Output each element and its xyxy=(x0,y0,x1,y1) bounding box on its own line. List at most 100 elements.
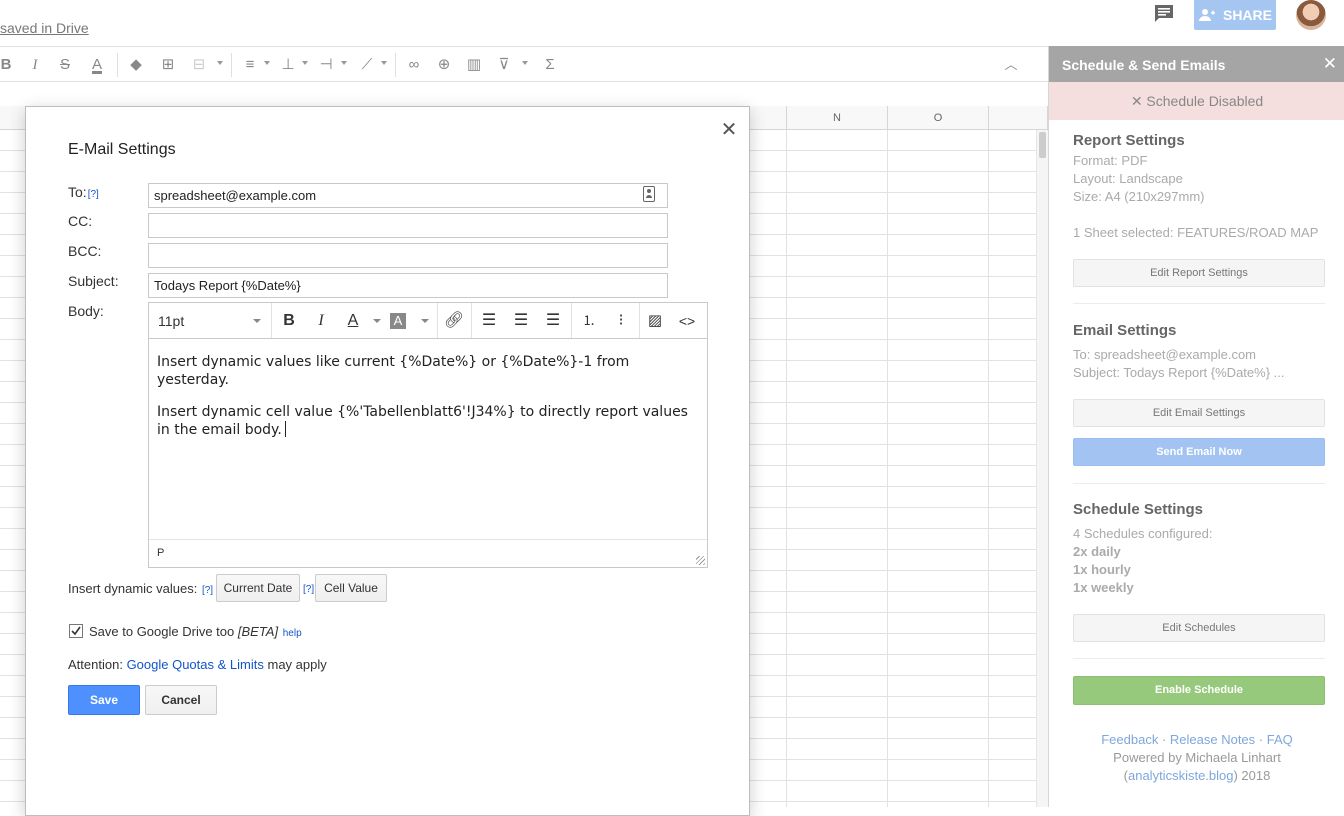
cancel-button[interactable]: Cancel xyxy=(145,685,217,715)
editor-content[interactable]: Insert dynamic values like current {%Dat… xyxy=(157,353,702,453)
toolbar-divider xyxy=(395,53,396,77)
horizontal-align-icon[interactable]: ≡ xyxy=(240,55,260,75)
report-size: Size: A4 (210x297mm) xyxy=(1073,189,1205,204)
numbered-list-icon[interactable]: ⒈ xyxy=(577,309,601,333)
enable-schedule-button[interactable]: Enable Schedule xyxy=(1073,676,1325,705)
contacts-icon[interactable] xyxy=(643,186,655,202)
bg-color-dropdown-icon[interactable] xyxy=(421,319,429,323)
save-button[interactable]: Save xyxy=(68,685,140,715)
borders-icon[interactable]: ⊞ xyxy=(158,55,178,75)
source-code-icon[interactable]: <> xyxy=(675,309,699,333)
text-color-icon[interactable]: A xyxy=(87,55,107,75)
insert-link-icon[interactable]: ∞ xyxy=(404,55,424,75)
cc-label: CC: xyxy=(68,213,93,229)
edit-schedules-button[interactable]: Edit Schedules xyxy=(1073,614,1325,642)
send-email-now-button[interactable]: Send Email Now xyxy=(1073,438,1325,466)
text-rotation-icon[interactable]: ⟋ xyxy=(357,55,377,75)
vertical-align-icon[interactable]: ⊥ xyxy=(278,55,298,75)
quotas-limits-link[interactable]: Google Quotas & Limits xyxy=(127,657,264,672)
italic-icon[interactable]: I xyxy=(309,309,333,333)
user-avatar[interactable] xyxy=(1296,0,1326,30)
font-size-select[interactable]: 11pt xyxy=(158,313,184,329)
align-center-icon[interactable]: ☰ xyxy=(509,309,533,333)
insert-image-icon[interactable]: ▨ xyxy=(643,309,667,333)
resize-handle-icon[interactable] xyxy=(696,556,705,565)
cell-value-button[interactable]: Cell Value xyxy=(315,574,387,602)
addon-sidebar: Schedule & Send Emails ✕ ✕ Schedule Disa… xyxy=(1048,46,1344,807)
text-color-dropdown-icon[interactable] xyxy=(373,319,381,323)
faq-link[interactable]: FAQ xyxy=(1267,732,1293,747)
sidebar-footer: Feedback · Release Notes · FAQ Powered b… xyxy=(1049,731,1344,785)
report-layout: Layout: Landscape xyxy=(1073,171,1183,186)
email-settings-heading: Email Settings xyxy=(1073,322,1177,339)
insert-chart-icon[interactable]: ▥ xyxy=(464,55,484,75)
scrollbar-thumb[interactable] xyxy=(1039,132,1046,158)
cc-field[interactable] xyxy=(148,213,668,238)
rotation-dropdown-icon[interactable] xyxy=(381,61,387,65)
insert-link-icon[interactable]: 🔗︎ xyxy=(442,309,466,333)
report-format: Format: PDF xyxy=(1073,153,1148,168)
italic-icon[interactable]: I xyxy=(25,55,45,75)
cell-value-help-link[interactable]: [?] xyxy=(303,584,314,595)
to-field[interactable] xyxy=(148,183,668,208)
functions-icon[interactable]: Σ xyxy=(540,55,560,75)
collapse-chevron-up-icon[interactable]: ︿ xyxy=(1001,55,1021,75)
bulleted-list-icon[interactable]: ⁝ xyxy=(609,309,633,333)
close-icon[interactable]: ✕ xyxy=(720,120,738,140)
merge-dropdown-icon[interactable] xyxy=(217,61,223,65)
toolbar-divider xyxy=(117,53,118,77)
bold-icon[interactable]: B xyxy=(0,55,16,75)
drive-help-link[interactable]: help xyxy=(283,628,302,639)
to-help-link[interactable]: [?] xyxy=(88,189,99,200)
background-color-icon[interactable]: A xyxy=(390,313,406,329)
current-date-help-link[interactable]: [?] xyxy=(202,585,213,596)
text-wrapping-icon[interactable]: ⊣ xyxy=(316,55,336,75)
valign-dropdown-icon[interactable] xyxy=(302,61,308,65)
insert-comment-icon[interactable]: ⊕ xyxy=(434,55,454,75)
blog-close: ) 2018 xyxy=(1233,768,1271,783)
body-paragraph-2: Insert dynamic cell value {%'Tabellenbla… xyxy=(157,403,702,439)
align-left-icon[interactable]: ☰ xyxy=(477,309,501,333)
save-to-drive-checkbox[interactable] xyxy=(69,624,83,638)
schedule-item: 1x weekly xyxy=(1073,580,1134,595)
close-icon[interactable]: ✕ xyxy=(1323,55,1337,72)
feedback-link[interactable]: Feedback xyxy=(1101,732,1158,747)
edit-report-settings-button[interactable]: Edit Report Settings xyxy=(1073,259,1325,287)
share-button[interactable]: SHARE xyxy=(1194,0,1276,30)
align-dropdown-icon[interactable] xyxy=(264,61,270,65)
top-bar: saved in Drive xyxy=(0,0,1048,46)
rich-text-editor: 11pt B I A A 🔗︎ ☰ ☰ ☰ ⒈ ⁝ ▨ <> Insert dy… xyxy=(148,302,708,568)
column-header-partial xyxy=(750,106,787,130)
sidebar-divider xyxy=(1073,483,1325,484)
footer-separator: · xyxy=(1255,732,1267,747)
comments-icon[interactable] xyxy=(1153,4,1175,24)
save-to-drive-text: Save to Google Drive too xyxy=(89,624,235,639)
column-header-n[interactable]: N xyxy=(787,106,888,130)
share-label: SHARE xyxy=(1222,7,1272,23)
column-header-o[interactable]: O xyxy=(888,106,989,130)
release-notes-link[interactable]: Release Notes xyxy=(1170,732,1255,747)
strikethrough-icon[interactable]: S xyxy=(55,55,75,75)
saved-status-link[interactable]: saved in Drive xyxy=(0,20,89,36)
text-color-icon[interactable]: A xyxy=(341,309,365,333)
merge-cells-icon[interactable]: ⊟ xyxy=(189,55,209,75)
vertical-scrollbar[interactable] xyxy=(1036,130,1048,807)
bcc-field[interactable] xyxy=(148,243,668,268)
current-date-button[interactable]: Current Date xyxy=(216,574,300,602)
sidebar-content[interactable]: Report Settings Format: PDF Layout: Land… xyxy=(1049,120,1344,807)
editor-status-bar: P xyxy=(149,539,707,567)
blog-link[interactable]: analyticskiste.blog xyxy=(1128,768,1234,783)
text-cursor xyxy=(284,421,286,437)
subject-field[interactable] xyxy=(148,273,668,298)
editor-divider xyxy=(471,303,472,338)
filter-dropdown-icon[interactable] xyxy=(522,61,528,65)
body-paragraph-1: Insert dynamic values like current {%Dat… xyxy=(157,354,630,388)
bold-icon[interactable]: B xyxy=(277,309,301,333)
filter-icon[interactable]: ⊽ xyxy=(494,55,514,75)
attention-prefix: Attention: xyxy=(68,657,123,672)
fill-color-icon[interactable]: ◆ xyxy=(126,55,146,75)
wrap-dropdown-icon[interactable] xyxy=(341,61,347,65)
align-right-icon[interactable]: ☰ xyxy=(541,309,565,333)
edit-email-settings-button[interactable]: Edit Email Settings xyxy=(1073,399,1325,427)
font-size-dropdown-icon[interactable] xyxy=(253,319,261,323)
